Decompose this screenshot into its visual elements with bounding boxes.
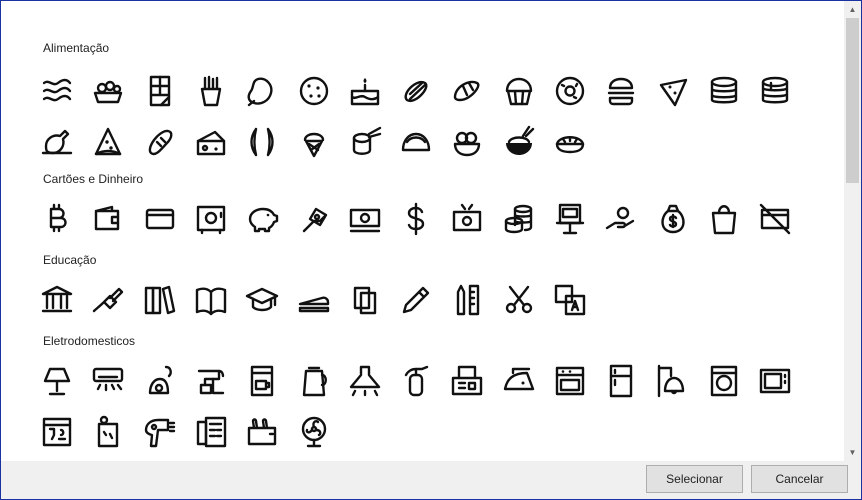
washing-machine-icon[interactable] bbox=[704, 361, 744, 401]
money-transfer-icon[interactable] bbox=[447, 199, 487, 239]
sausage-icon[interactable] bbox=[242, 122, 282, 162]
kettle-icon[interactable] bbox=[294, 361, 334, 401]
ice-cream-bowl-icon[interactable] bbox=[447, 122, 487, 162]
section-title-educacao: Educação bbox=[43, 253, 97, 267]
refrigerator-icon[interactable] bbox=[601, 361, 641, 401]
taco-icon[interactable] bbox=[396, 122, 436, 162]
sushi-icon[interactable] bbox=[345, 122, 385, 162]
scroll-up-button[interactable]: ▲ bbox=[844, 1, 861, 18]
french-fries-icon[interactable] bbox=[191, 71, 231, 111]
dialog-footer: Selecionar Cancelar bbox=[1, 461, 861, 499]
intercom-icon[interactable] bbox=[191, 412, 231, 452]
cancel-button[interactable]: Cancelar bbox=[751, 465, 848, 493]
stapler-icon[interactable] bbox=[294, 280, 334, 320]
section-title-cartoes-dinheiro: Cartões e Dinheiro bbox=[43, 172, 144, 186]
money-bag-icon[interactable] bbox=[653, 199, 693, 239]
hot-dog-icon[interactable] bbox=[396, 71, 436, 111]
muffin-icon[interactable] bbox=[499, 71, 539, 111]
dollar-icon[interactable] bbox=[396, 199, 436, 239]
dishwasher-icon[interactable] bbox=[37, 412, 77, 452]
pencil-ruler-icon[interactable] bbox=[447, 280, 487, 320]
cookies-basket-icon[interactable] bbox=[88, 71, 128, 111]
air-conditioner-icon[interactable] bbox=[88, 361, 128, 401]
banknote-icon[interactable] bbox=[345, 199, 385, 239]
pancake-stack-icon[interactable] bbox=[704, 71, 744, 111]
museum-icon[interactable] bbox=[37, 280, 77, 320]
donut-icon[interactable] bbox=[550, 71, 590, 111]
lamp-icon[interactable] bbox=[37, 361, 77, 401]
birthday-cake-icon[interactable] bbox=[345, 71, 385, 111]
coin-stack-icon[interactable] bbox=[499, 199, 539, 239]
scroll-down-button[interactable]: ▼ bbox=[844, 444, 861, 461]
piggy-bank-icon[interactable] bbox=[242, 199, 282, 239]
safe-icon[interactable] bbox=[191, 199, 231, 239]
fire-extinguisher-icon[interactable] bbox=[396, 361, 436, 401]
iron-icon[interactable] bbox=[499, 361, 539, 401]
glue-icon[interactable] bbox=[88, 280, 128, 320]
coffee-maker-icon[interactable] bbox=[242, 361, 282, 401]
bitcoin-icon[interactable] bbox=[37, 199, 77, 239]
water-heater-icon[interactable] bbox=[88, 412, 128, 452]
rice-bowl-icon[interactable] bbox=[499, 122, 539, 162]
shopping-bag-icon[interactable] bbox=[704, 199, 744, 239]
atm-icon[interactable] bbox=[550, 199, 590, 239]
money-hand-icon[interactable] bbox=[294, 199, 334, 239]
mixer-icon[interactable] bbox=[191, 361, 231, 401]
oven-icon[interactable] bbox=[550, 361, 590, 401]
toaster-icon[interactable] bbox=[242, 412, 282, 452]
microwave-icon[interactable] bbox=[755, 361, 795, 401]
vacuum-cleaner-icon[interactable] bbox=[140, 361, 180, 401]
select-button[interactable]: Selecionar bbox=[646, 465, 743, 493]
fan-icon[interactable] bbox=[294, 412, 334, 452]
pizza-slice-icon[interactable] bbox=[88, 122, 128, 162]
books-icon[interactable] bbox=[140, 280, 180, 320]
scrollbar-thumb[interactable] bbox=[846, 18, 859, 183]
range-hood-icon[interactable] bbox=[345, 361, 385, 401]
pencil-icon[interactable] bbox=[396, 280, 436, 320]
roast-chicken-icon[interactable] bbox=[37, 122, 77, 162]
hair-dryer-icon[interactable] bbox=[140, 412, 180, 452]
bread-icon[interactable] bbox=[140, 122, 180, 162]
icon-picker-dialog: Alimentação Cartões e Dinheiro Educação … bbox=[0, 0, 862, 500]
cheese-icon[interactable] bbox=[191, 122, 231, 162]
pancakes-icon[interactable] bbox=[755, 71, 795, 111]
copy-pages-icon[interactable] bbox=[345, 280, 385, 320]
no-card-icon[interactable] bbox=[755, 199, 795, 239]
alphabet-blocks-icon[interactable] bbox=[550, 280, 590, 320]
cookie-icon[interactable] bbox=[294, 71, 334, 111]
vertical-scrollbar[interactable]: ▲ ▼ bbox=[844, 1, 861, 461]
ice-cream-cone-icon[interactable] bbox=[294, 122, 334, 162]
scissors-icon[interactable] bbox=[499, 280, 539, 320]
pie-icon[interactable] bbox=[550, 122, 590, 162]
wallet-icon[interactable] bbox=[88, 199, 128, 239]
coin-hand-icon[interactable] bbox=[601, 199, 641, 239]
nachos-icon[interactable] bbox=[653, 71, 693, 111]
icon-list: Alimentação Cartões e Dinheiro Educação … bbox=[1, 1, 844, 461]
chocolate-bar-icon[interactable] bbox=[140, 71, 180, 111]
open-book-icon[interactable] bbox=[191, 280, 231, 320]
doorbell-icon[interactable] bbox=[653, 361, 693, 401]
section-title-eletrodomesticos: Eletrodomesticos bbox=[43, 334, 136, 348]
hamburger-icon[interactable] bbox=[601, 71, 641, 111]
meat-icon[interactable] bbox=[242, 71, 282, 111]
fax-icon[interactable] bbox=[447, 361, 487, 401]
bacon-icon[interactable] bbox=[37, 71, 77, 111]
croissant-icon[interactable] bbox=[447, 71, 487, 111]
graduation-cap-icon[interactable] bbox=[242, 280, 282, 320]
section-title-alimentacao: Alimentação bbox=[43, 41, 110, 55]
credit-card-icon[interactable] bbox=[140, 199, 180, 239]
